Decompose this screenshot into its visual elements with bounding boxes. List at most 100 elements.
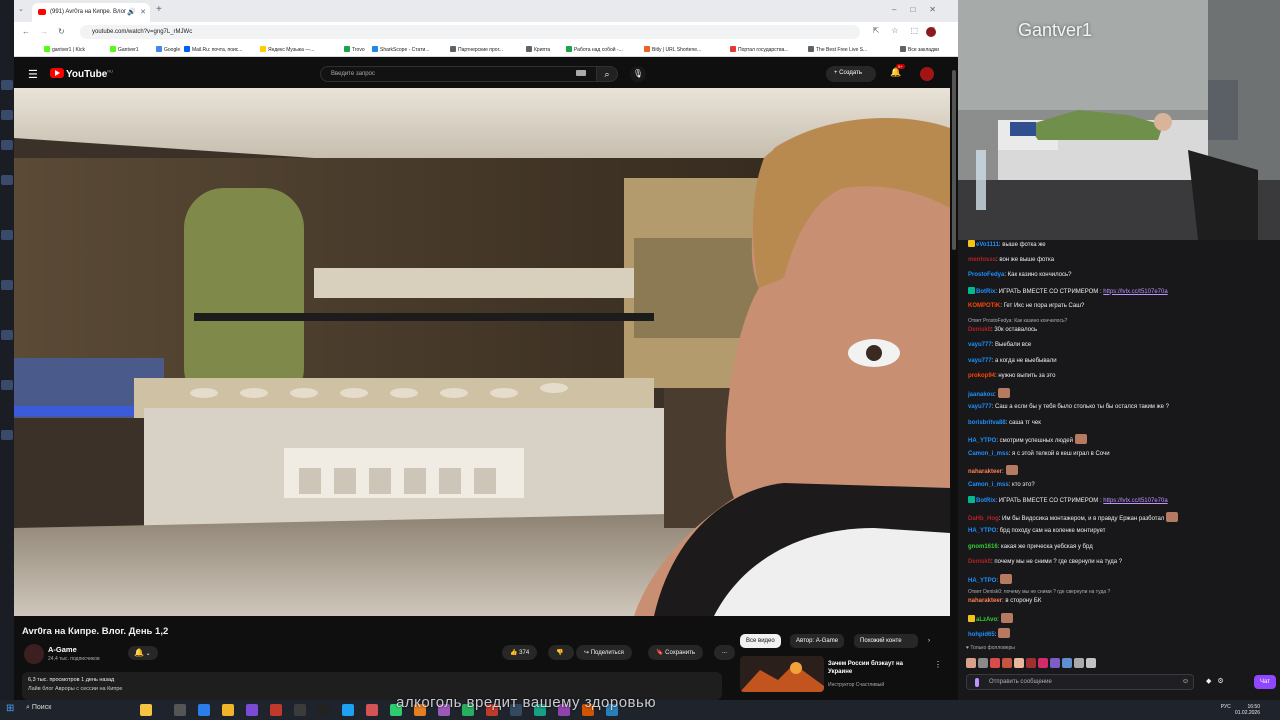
chat-message[interactable]: Camon_i_mss: кто это? [968, 481, 1035, 489]
chat-username[interactable]: Camon_i_mss [968, 482, 1009, 488]
bookmark-item[interactable]: SharkScope - Стати... [372, 46, 429, 53]
bookmark-item[interactable]: Крипта [526, 46, 550, 53]
chat-message[interactable]: aLzAvo: [968, 612, 1013, 624]
chat-username[interactable]: HA_YTPO [968, 578, 996, 584]
chat-username[interactable]: naharakteer [968, 469, 1002, 475]
chat-username[interactable]: BotRix [976, 498, 995, 504]
video-player[interactable] [14, 88, 950, 616]
chat-message[interactable]: eVo1111: выше фотка же [968, 240, 1046, 249]
chat-username[interactable]: DaHb_Hog [968, 516, 999, 522]
profile-avatar[interactable] [926, 27, 936, 37]
telegram-icon[interactable] [342, 704, 354, 716]
channel-name[interactable]: A-Game [48, 645, 77, 654]
chat-message[interactable]: Denisk0: почему мы не сними ? где сверну… [968, 558, 1122, 566]
bookmark-item[interactable]: Trovo [344, 46, 365, 53]
notifications-bell-icon[interactable]: 🔔 9+ [890, 64, 905, 78]
create-button[interactable]: + Создать [826, 66, 876, 82]
chat-username[interactable]: aLzAvo [976, 617, 997, 623]
chat-username[interactable]: gnom1616 [968, 544, 998, 550]
chips-next-icon[interactable]: › [922, 634, 936, 648]
chat-username[interactable]: HA_YTPO [968, 528, 996, 534]
channel-avatar[interactable] [24, 644, 44, 664]
obs-icon[interactable] [294, 704, 306, 716]
chip-related[interactable]: Похожий конте [854, 634, 918, 648]
chat-message[interactable]: naharakteer: в сторону БК [968, 597, 1041, 605]
chat-message[interactable]: vayu777: Выебали все [968, 341, 1031, 349]
chat-message[interactable]: HA_YTPO: [968, 573, 1013, 585]
chat-send-button[interactable]: Чат [1254, 675, 1276, 689]
chip-all-videos[interactable]: Все видео [740, 634, 781, 648]
bits-icon[interactable]: ◆ [1206, 678, 1217, 685]
chat-message[interactable]: vayu777: Саш а если бы у тебя было столь… [968, 403, 1169, 411]
tab-list-icon[interactable]: ⌄ [18, 5, 24, 13]
app-icon[interactable] [246, 704, 258, 716]
chat-message[interactable]: jaanakou: [968, 387, 1010, 399]
bookmark-item[interactable]: Работа над собой -... [566, 46, 623, 53]
microphone-icon[interactable]: 🎙 [630, 66, 646, 82]
chat-username[interactable]: hohpid65 [968, 632, 995, 638]
url-field[interactable]: youtube.com/watch?v=gng7L_rMJWc [80, 25, 860, 39]
chat-link[interactable]: https://lvlx.cc/t5107e70a [1103, 289, 1167, 295]
chat-message-input[interactable]: Отправить сообщение ☺ [966, 674, 1194, 690]
chat-username[interactable]: vayu777 [968, 404, 992, 410]
recommended-thumbnail[interactable] [740, 656, 824, 692]
chat-message[interactable]: BotRix: ИГРАТЬ ВМЕСТЕ СО СТРИМЕРОМ : htt… [968, 286, 1168, 296]
chat-username[interactable]: mentosss [968, 257, 996, 263]
bookmark-item[interactable]: Яндекс Музыка —... [260, 46, 314, 53]
chat-message[interactable]: Denisk0: 30к оставалось [968, 326, 1037, 334]
close-tab-icon[interactable]: ✕ [140, 8, 146, 16]
bookmark-item[interactable]: Bitly | URL Shortene... [644, 46, 701, 53]
explorer-icon[interactable] [222, 704, 234, 716]
page-scrollbar[interactable] [952, 70, 956, 250]
recommended-more-icon[interactable]: ⋮ [934, 660, 942, 669]
settings-gear-icon[interactable]: ⚙ [1217, 678, 1229, 685]
chat-message[interactable]: ProstoFedya: Как казино кончилось? [968, 271, 1071, 279]
chat-message[interactable]: prokop94: нужно выпить за это [968, 372, 1055, 380]
chat-message[interactable]: DaHb_Hog: Им бы Видосика монтажером, и в… [968, 511, 1179, 523]
copilot-icon[interactable] [140, 704, 152, 716]
bookmark-item[interactable]: Партнерские прог... [450, 46, 503, 53]
chat-username[interactable]: HA_YTPO [968, 438, 996, 444]
task-view-icon[interactable] [174, 704, 186, 716]
chat-tools[interactable]: ◆⚙ [1206, 677, 1230, 685]
chat-message[interactable]: borisbritva88: саша тг чек [968, 419, 1041, 427]
chat-username[interactable]: Denisk0 [968, 327, 991, 333]
search-input[interactable]: Введите запрос [320, 66, 610, 82]
tab-youtube[interactable]: (991) Avr0ra на Кипре. Влог 🔊 ✕ [32, 3, 150, 22]
bookmark-item[interactable]: Портал государства... [730, 46, 789, 53]
subscription-bell-button[interactable]: 🔔 ⌄ [128, 646, 158, 660]
bookmark-item[interactable]: Gantver1 [110, 46, 139, 53]
chat-username[interactable]: jaanakou [968, 392, 994, 398]
bookmark-item[interactable]: The Best Free Live S... [808, 46, 867, 53]
chat-message[interactable]: hohpid65: [968, 628, 1011, 639]
system-tray[interactable]: РУС 16:50 01.02.2026 [1221, 704, 1260, 716]
chat-username[interactable]: BotRix [976, 289, 995, 295]
save-button[interactable]: 🔖 Сохранить [648, 645, 703, 660]
search-button[interactable]: ⌕ [596, 66, 618, 82]
terminal-icon[interactable] [318, 704, 330, 716]
chat-username[interactable]: naharakteer [968, 598, 1002, 604]
chat-message[interactable]: mentosss: вон же выше фотка [968, 256, 1054, 264]
window-controls[interactable]: –□✕ [892, 5, 950, 14]
chat-message[interactable]: KOMPOTiK: Гет Икс не пора играть Саш? [968, 302, 1084, 310]
chat-username[interactable]: vayu777 [968, 358, 992, 364]
chat-username[interactable]: Camon_i_mss [968, 451, 1009, 457]
menu-icon[interactable]: ☰ [28, 68, 38, 81]
more-actions-button[interactable]: ... [714, 645, 736, 660]
chat-username[interactable]: Denisk0 [968, 559, 991, 565]
account-avatar[interactable] [920, 67, 934, 81]
taskbar-search[interactable]: ⌕ Поиск [26, 704, 51, 712]
emote-bar[interactable] [966, 655, 1098, 668]
bookmark-item[interactable]: Все закладки [900, 46, 939, 53]
keyboard-icon[interactable] [576, 70, 586, 76]
chat-message[interactable]: vayu777: а когда не выебывали [968, 357, 1057, 365]
bookmark-item[interactable]: Mail.Ru: почта, поис... [184, 46, 242, 53]
emoji-icon[interactable]: ☺ [1182, 678, 1189, 685]
speaker-icon[interactable]: 🔊 [127, 8, 136, 16]
chip-author[interactable]: Автор: A-Game [790, 634, 845, 648]
edge-icon[interactable] [198, 704, 210, 716]
app-64-icon[interactable] [270, 704, 282, 716]
chat-username[interactable]: prokop94 [968, 373, 995, 379]
chat-message[interactable]: HA_YTPO: брд походу сам на коленке монти… [968, 527, 1105, 535]
chat-message[interactable]: naharakteer: [968, 465, 1018, 476]
